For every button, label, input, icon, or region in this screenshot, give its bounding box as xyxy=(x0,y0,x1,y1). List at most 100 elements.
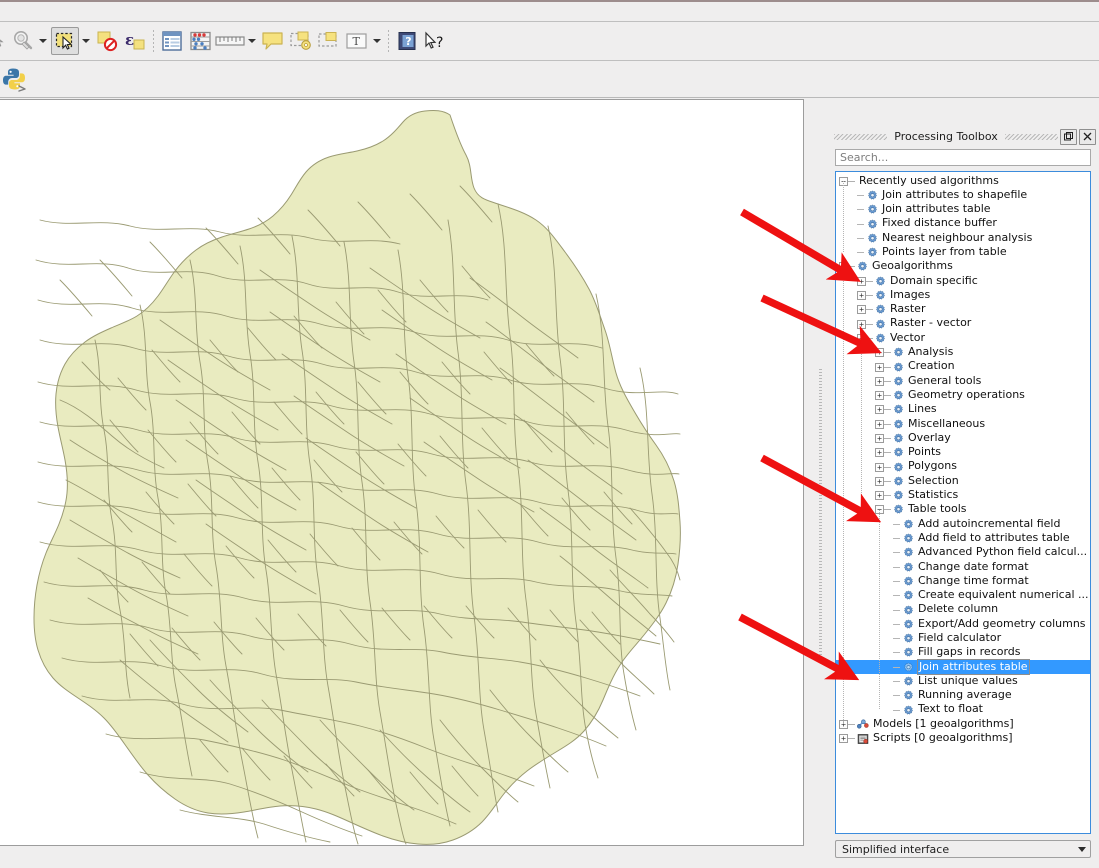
tree-item-group-analysis[interactable]: + Analysis xyxy=(836,345,1090,360)
expand-icon-domain-specific[interactable]: + xyxy=(857,276,866,286)
select-dropdown-arrow[interactable] xyxy=(80,28,91,54)
expand-icon-geometry-operations[interactable]: + xyxy=(875,391,884,401)
panel-titlebar[interactable]: Processing Toolbox xyxy=(834,128,1097,145)
python-console-icon[interactable] xyxy=(0,66,28,92)
expand-icon-raster[interactable]: + xyxy=(857,305,866,315)
tree-item-group-recently-used-algorithms[interactable]: −Recently used algorithms xyxy=(836,174,1090,188)
tree-item-algorithm-field-calculator[interactable]: Field calculator xyxy=(836,631,1090,646)
select-by-expression-icon[interactable]: ε xyxy=(122,28,148,54)
tree-item-algorithm-join-attributes-table[interactable]: Join attributes table xyxy=(836,202,1090,217)
tree-item-algorithm-fixed-distance-buffer[interactable]: Fixed distance buffer xyxy=(836,216,1090,231)
tree-item-algorithm-export-add-geometry-columns[interactable]: Export/Add geometry columns xyxy=(836,617,1090,631)
algorithm-gear-icon xyxy=(893,347,904,358)
algorithm-gear-icon xyxy=(867,190,878,201)
help-contents-icon[interactable]: ? xyxy=(394,28,420,54)
tree-item-label: Points xyxy=(908,445,942,459)
algorithm-tree[interactable]: −Recently used algorithmsJoin attributes… xyxy=(835,171,1091,834)
tree-item-algorithm-list-unique-values[interactable]: List unique values xyxy=(836,674,1090,688)
tree-item-algorithm-delete-column[interactable]: Delete column xyxy=(836,602,1090,617)
tree-branch-line xyxy=(884,437,891,439)
expand-icon-raster-vector[interactable]: + xyxy=(857,319,866,329)
tree-item-group-selection[interactable]: + Selection xyxy=(836,474,1090,488)
tree-item-algorithm-fill-gaps-in-records[interactable]: Fill gaps in records xyxy=(836,645,1090,660)
expand-icon-lines[interactable]: + xyxy=(875,405,884,415)
tree-item-group-general-tools[interactable]: + General tools xyxy=(836,374,1090,388)
expand-icon-miscellaneous[interactable]: + xyxy=(875,419,884,429)
map-canvas[interactable] xyxy=(0,99,804,846)
tree-item-group-polygons[interactable]: + Polygons xyxy=(836,459,1090,474)
expand-icon-selection[interactable]: + xyxy=(875,476,884,486)
expand-icon-creation[interactable]: + xyxy=(875,362,884,372)
expand-icon-polygons[interactable]: + xyxy=(875,462,884,472)
expand-icon-overlay[interactable]: + xyxy=(875,433,884,443)
tree-item-label: Join attributes to shapefile xyxy=(882,187,1028,201)
text-annotation-icon[interactable] xyxy=(316,28,342,54)
tree-item-group-domain-specific[interactable]: + Domain specific xyxy=(836,274,1090,288)
statistical-summary-icon[interactable] xyxy=(187,28,213,54)
tree-branch-line xyxy=(848,180,855,182)
tree-item-label: Polygons xyxy=(908,459,957,473)
tree-item-algorithm-points-layer-from-table[interactable]: Points layer from table xyxy=(836,245,1090,259)
tree-branch-line xyxy=(884,480,891,482)
open-attribute-table-icon[interactable] xyxy=(159,28,185,54)
plugins-toolbar[interactable] xyxy=(0,61,1099,98)
tree-item-label: Overlay xyxy=(908,430,951,444)
toolbar-strip-empty xyxy=(0,0,1099,22)
expand-icon-statistics[interactable]: + xyxy=(875,491,884,501)
tree-item-algorithm-add-field-to-attributes-table[interactable]: Add field to attributes table xyxy=(836,531,1090,545)
annotation-dropdown-arrow[interactable] xyxy=(371,28,382,54)
tree-item-group-raster-vector[interactable]: + Raster - vector xyxy=(836,316,1090,331)
tree-item-group-miscellaneous[interactable]: + Miscellaneous xyxy=(836,417,1090,431)
tree-item-algorithm-create-equivalent-numerical[interactable]: Create equivalent numerical ... xyxy=(836,588,1090,603)
expand-icon-scripts-0-geoalgorithms[interactable]: + xyxy=(839,734,848,744)
whats-this-icon[interactable]: ? xyxy=(422,28,452,54)
tree-branch-line xyxy=(893,538,900,540)
expand-icon-analysis[interactable]: + xyxy=(875,348,884,358)
map-navigation-toolbar[interactable]: ε T ? ? xyxy=(0,22,1099,61)
chevron-down-icon[interactable] xyxy=(1073,846,1090,852)
expand-icon-images[interactable]: + xyxy=(857,291,866,301)
map-tips-icon[interactable] xyxy=(260,28,286,54)
tree-item-group-models-1-geoalgorithms[interactable]: +Models [1 geoalgorithms] xyxy=(836,717,1090,731)
tree-item-group-overlay[interactable]: + Overlay xyxy=(836,431,1090,445)
measure-dropdown-arrow[interactable] xyxy=(246,28,257,54)
tree-item-algorithm-advanced-python-field-calcul[interactable]: Advanced Python field calcul... xyxy=(836,545,1090,560)
tree-item-algorithm-add-autoincremental-field[interactable]: Add autoincremental field xyxy=(836,517,1090,531)
tree-item-group-creation[interactable]: + Creation xyxy=(836,359,1090,374)
tree-item-group-geoalgorithms[interactable]: −Geoalgorithms xyxy=(836,259,1090,274)
tree-item-algorithm-text-to-float[interactable]: Text to float xyxy=(836,702,1090,717)
text-box-annotation-icon[interactable]: T xyxy=(344,28,370,54)
tree-item-group-points[interactable]: + Points xyxy=(836,445,1090,460)
select-features-icon[interactable] xyxy=(51,27,79,55)
tree-item-group-vector[interactable]: −Vector xyxy=(836,331,1090,345)
new-map-note-icon[interactable] xyxy=(288,28,314,54)
tree-item-algorithm-join-attributes-to-shapefile[interactable]: Join attributes to shapefile xyxy=(836,188,1090,202)
deselect-features-icon[interactable] xyxy=(94,28,120,54)
tree-item-group-raster[interactable]: + Raster xyxy=(836,302,1090,317)
tree-item-group-geometry-operations[interactable]: + Geometry operations xyxy=(836,388,1090,402)
tree-item-group-table-tools[interactable]: −Table tools xyxy=(836,502,1090,517)
tree-item-algorithm-nearest-neighbour-analysis[interactable]: Nearest neighbour analysis xyxy=(836,231,1090,245)
tree-item-group-statistics[interactable]: + Statistics xyxy=(836,488,1090,503)
tree-item-label: Raster xyxy=(890,302,926,316)
tree-item-algorithm-join-attributes-table[interactable]: Join attributes table xyxy=(836,658,1090,675)
interface-mode-select[interactable]: Simplified interface xyxy=(835,840,1091,858)
tree-item-algorithm-change-date-format[interactable]: Change date format xyxy=(836,560,1090,574)
tree-guide-line xyxy=(879,510,880,711)
search-input[interactable] xyxy=(835,149,1091,166)
identify-features-icon[interactable] xyxy=(0,28,8,54)
tree-item-group-scripts-0-geoalgorithms[interactable]: + Scripts [0 geoalgorithms] xyxy=(836,731,1090,746)
tree-item-algorithm-running-average[interactable]: Running average xyxy=(836,688,1090,703)
undock-panel-icon[interactable] xyxy=(1060,128,1077,145)
measure-line-icon[interactable] xyxy=(215,28,245,54)
expand-icon-general-tools[interactable]: + xyxy=(875,376,884,386)
tree-item-group-images[interactable]: + Images xyxy=(836,288,1090,302)
tree-item-algorithm-change-time-format[interactable]: Change time format xyxy=(836,574,1090,588)
panel-splitter[interactable] xyxy=(806,99,834,846)
tree-branch-line xyxy=(884,380,891,382)
zoom-dropdown-arrow[interactable] xyxy=(37,28,48,54)
close-panel-icon[interactable] xyxy=(1079,128,1096,145)
tree-item-group-lines[interactable]: + Lines xyxy=(836,402,1090,417)
expand-icon-points[interactable]: + xyxy=(875,448,884,458)
zoom-last-icon[interactable] xyxy=(10,28,36,54)
